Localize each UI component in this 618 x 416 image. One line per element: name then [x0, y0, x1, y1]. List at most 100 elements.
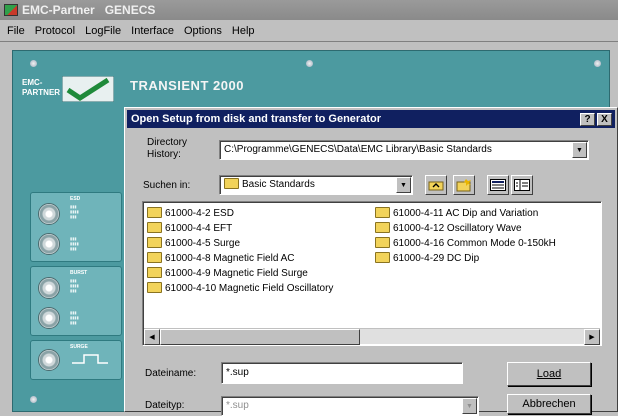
file-name: 61000-4-2 ESD	[165, 208, 234, 219]
new-folder-icon	[456, 179, 471, 192]
module-indicator: ▮▮▮ ▮▮▮▮ ▮▮▮	[70, 204, 79, 219]
filetype-value: *.sup	[226, 400, 249, 411]
menu-interface[interactable]: Interface	[126, 25, 179, 37]
folder-icon	[147, 267, 162, 278]
panel-screw	[30, 60, 37, 67]
knob-icon	[38, 349, 60, 371]
folder-icon	[375, 222, 390, 233]
module-label: BURST	[70, 270, 88, 276]
file-column-2: 61000-4-11 AC Dip and Variation 61000-4-…	[375, 206, 556, 266]
list-item[interactable]: 61000-4-29 DC Dip	[375, 251, 556, 266]
file-list[interactable]: 61000-4-2 ESD 61000-4-4 EFT 61000-4-5 Su…	[142, 201, 602, 346]
module-indicator: ▮▮▮ ▮▮▮▮ ▮▮▮	[70, 278, 79, 293]
file-name: 61000-4-5 Surge	[165, 238, 241, 249]
horizontal-scrollbar[interactable]: ◀ ▶	[144, 328, 600, 345]
list-item[interactable]: 61000-4-11 AC Dip and Variation	[375, 206, 556, 221]
folder-icon	[375, 207, 390, 218]
load-button-label: Load	[536, 368, 562, 380]
chevron-down-icon[interactable]: ▼	[572, 142, 587, 158]
list-item[interactable]: 61000-4-2 ESD	[147, 206, 333, 221]
chevron-down-icon[interactable]: ▼	[396, 177, 411, 193]
module-label: SURGE	[70, 344, 88, 350]
filename-label: Dateiname:	[145, 368, 197, 379]
list-item[interactable]: 61000-4-12 Oscillatory Wave	[375, 221, 556, 236]
module-label: ESD	[70, 196, 81, 202]
folder-icon	[147, 252, 162, 263]
search-in-dropdown[interactable]: Basic Standards ▼	[219, 175, 413, 195]
window-title: GENECS	[104, 3, 156, 17]
search-in-label: Suchen in:	[143, 180, 191, 191]
directory-history-value: C:\Programme\GENECS\Data\EMC Library\Bas…	[224, 144, 492, 155]
dialog-title: Open Setup from disk and transfer to Gen…	[131, 113, 381, 125]
file-name: 61000-4-12 Oscillatory Wave	[393, 223, 522, 234]
new-folder-button[interactable]	[453, 175, 475, 195]
list-item[interactable]: 61000-4-5 Surge	[147, 236, 333, 251]
folder-icon	[147, 237, 162, 248]
directory-history-label: Directory History:	[147, 137, 188, 160]
list-item[interactable]: 61000-4-10 Magnetic Field Oscillatory	[147, 281, 333, 296]
filename-input[interactable]: *.sup	[221, 362, 463, 384]
scroll-left-icon[interactable]: ◀	[144, 329, 160, 345]
device-brand: TRANSIENT 2000	[130, 78, 244, 93]
app-icon	[4, 4, 18, 16]
details-view-button[interactable]	[511, 175, 533, 195]
app-name: EMC-Partner	[22, 3, 95, 17]
file-column-1: 61000-4-2 ESD 61000-4-4 EFT 61000-4-5 Su…	[147, 206, 333, 296]
folder-icon	[147, 222, 162, 233]
dialog-titlebar: Open Setup from disk and transfer to Gen…	[127, 110, 615, 128]
panel-screw	[306, 60, 313, 67]
folder-icon	[375, 252, 390, 263]
folder-icon	[224, 178, 239, 189]
panel-screw	[30, 396, 37, 403]
file-name: 61000-4-10 Magnetic Field Oscillatory	[165, 283, 334, 294]
menu-options[interactable]: Options	[179, 25, 227, 37]
folder-icon	[375, 237, 390, 248]
dialog-title-buttons: ? X	[580, 113, 612, 126]
logo-text: EMC- PARTNER	[22, 78, 61, 97]
menu-bar: File Protocol LogFile Interface Options …	[0, 20, 618, 42]
list-item[interactable]: 61000-4-16 Common Mode 0-150kH	[375, 236, 556, 251]
knob-icon	[38, 203, 60, 225]
file-name: 61000-4-9 Magnetic Field Surge	[165, 268, 308, 279]
folder-up-icon	[428, 181, 444, 191]
directory-history-dropdown[interactable]: C:\Programme\GENECS\Data\EMC Library\Bas…	[219, 140, 589, 160]
menu-protocol[interactable]: Protocol	[30, 25, 80, 37]
emc-partner-logo: EMC- PARTNER	[22, 74, 118, 110]
open-setup-dialog: Open Setup from disk and transfer to Gen…	[124, 107, 618, 416]
file-name: 61000-4-11 AC Dip and Variation	[393, 208, 539, 219]
menu-help[interactable]: Help	[227, 25, 260, 37]
pulse-shape-icon	[72, 354, 108, 364]
scrollbar-thumb[interactable]	[160, 329, 360, 345]
file-name: 61000-4-8 Magnetic Field AC	[165, 253, 295, 264]
folder-icon	[147, 282, 162, 293]
folder-icon	[147, 207, 162, 218]
list-item[interactable]: 61000-4-4 EFT	[147, 221, 333, 236]
details-view-icon	[514, 179, 530, 191]
file-name: 61000-4-29 DC Dip	[393, 253, 480, 264]
list-item[interactable]: 61000-4-8 Magnetic Field AC	[147, 251, 333, 266]
file-name: 61000-4-16 Common Mode 0-150kH	[393, 238, 556, 249]
scroll-right-icon[interactable]: ▶	[584, 329, 600, 345]
filetype-label: Dateityp:	[145, 400, 185, 411]
close-button[interactable]: X	[597, 113, 612, 126]
filetype-dropdown[interactable]: *.sup ▼	[221, 396, 479, 416]
menu-file[interactable]: File	[2, 25, 30, 37]
knob-icon	[38, 277, 60, 299]
window-titlebar: EMC-Partner GENECS	[0, 0, 618, 20]
logo-check-icon	[62, 76, 114, 102]
list-item[interactable]: 61000-4-9 Magnetic Field Surge	[147, 266, 333, 281]
up-one-level-button[interactable]	[425, 175, 447, 195]
search-in-value: Basic Standards	[242, 179, 315, 191]
list-view-button[interactable]	[487, 175, 509, 195]
knob-icon	[38, 233, 60, 255]
module-indicator: ▮▮▮ ▮▮▮▮ ▮▮▮	[70, 236, 79, 251]
menu-logfile[interactable]: LogFile	[80, 25, 126, 37]
file-name: 61000-4-4 EFT	[165, 223, 233, 234]
panel-screw	[594, 60, 601, 67]
load-button[interactable]: Load	[507, 362, 591, 386]
knob-icon	[38, 307, 60, 329]
help-button[interactable]: ?	[580, 113, 595, 126]
list-view-icon	[490, 179, 506, 191]
cancel-button[interactable]: Abbrechen	[507, 394, 591, 414]
module-indicator: ▮▮▮ ▮▮▮▮ ▮▮▮	[70, 310, 79, 325]
